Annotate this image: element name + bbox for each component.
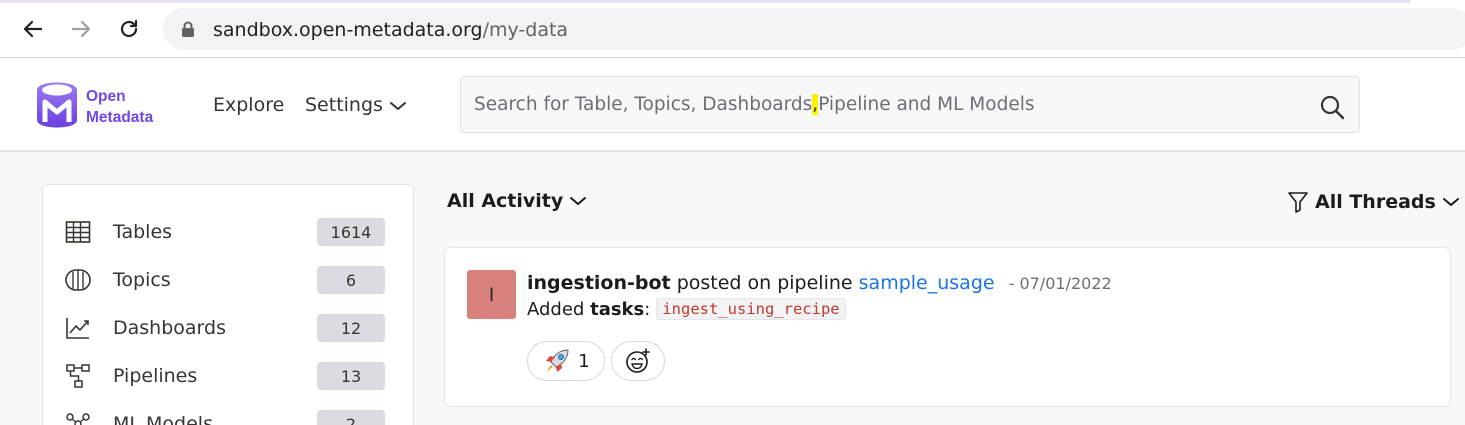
search-placeholder-part2: Pipeline and ML Models — [818, 94, 1035, 115]
feed-message-prefix: Added — [527, 298, 585, 320]
feed-entity-link[interactable]: sample_usage — [859, 272, 995, 294]
logo-line-metadata: Metadata — [86, 109, 154, 126]
reload-icon — [120, 19, 138, 38]
feed-timestamp: - 07/01/2022 — [1008, 274, 1112, 293]
sidebar-item-label: ML Models — [113, 413, 213, 425]
reaction-rocket-button[interactable]: 1 — [527, 341, 605, 381]
count-badge: 6 — [317, 266, 385, 294]
url-path: /my-data — [482, 19, 569, 41]
browser-chrome: sandbox.open-metadata.org/my-data — [0, 0, 1465, 58]
sidebar-item-label: Dashboards — [113, 317, 226, 339]
sidebar-item-ml-models[interactable]: ML Models 2 — [63, 407, 393, 425]
sidebar-item-label: Tables — [113, 221, 173, 243]
nav-settings[interactable]: Settings — [305, 94, 407, 116]
sidebar-item-pipelines[interactable]: Pipelines 13 — [63, 359, 393, 393]
chevron-down-icon — [570, 197, 587, 205]
lock-icon — [182, 21, 194, 37]
logo-mark-icon — [37, 82, 77, 128]
topic-icon — [63, 267, 93, 293]
sidebar-item-dashboards[interactable]: Dashboards 12 — [63, 311, 393, 345]
search-placeholder-part1: Search for Table, Topics, Dashboards — [474, 94, 813, 115]
search-icon[interactable] — [1319, 94, 1345, 120]
feed-message-bold: tasks — [590, 298, 645, 320]
nav-settings-label: Settings — [305, 94, 383, 116]
global-search-input[interactable]: Search for Table, Topics, Dashboards,Pip… — [460, 76, 1360, 133]
thread-filter-dropdown[interactable]: All Threads — [1287, 190, 1460, 214]
reaction-count: 1 — [578, 350, 590, 372]
count-badge: 12 — [317, 314, 385, 342]
dashboard-icon — [63, 315, 93, 341]
sidebar-item-topics[interactable]: Topics 6 — [63, 263, 393, 297]
count-badge: 1614 — [317, 218, 385, 246]
sidebar-item-label: Pipelines — [113, 365, 198, 387]
add-reaction-icon — [626, 348, 650, 373]
openmetadata-logo[interactable]: Open Metadata — [34, 78, 174, 134]
feed-action-text: posted on pipeline — [676, 272, 853, 294]
entity-summary-panel: Tables 1614 Topics 6 Dashboards 12 Pipel… — [42, 184, 414, 425]
url-text: sandbox.open-metadata.org/my-data — [213, 19, 568, 41]
activity-feed-card: I ingestion-bot posted on pipeline sampl… — [444, 247, 1451, 407]
forward-button[interactable] — [66, 14, 96, 44]
arrow-left-icon — [23, 20, 43, 38]
activity-filter-label: All Activity — [447, 190, 564, 212]
arrow-right-icon — [71, 20, 91, 38]
add-reaction-button[interactable] — [611, 341, 665, 381]
pipeline-icon — [63, 363, 93, 389]
sidebar-item-label: Topics — [113, 269, 171, 291]
count-badge: 13 — [317, 362, 385, 390]
feed-header: ingestion-bot posted on pipeline sample_… — [527, 272, 1112, 294]
activity-filter-dropdown[interactable]: All Activity — [447, 190, 587, 212]
chevron-down-icon — [1442, 198, 1459, 206]
feed-message-code: ingest_using_recipe — [656, 298, 846, 320]
app-header: Open Metadata Explore Settings Search fo… — [0, 58, 1465, 152]
table-icon — [63, 219, 93, 245]
filter-icon — [1288, 192, 1308, 213]
chevron-down-icon — [389, 102, 406, 110]
sidebar-item-tables[interactable]: Tables 1614 — [63, 215, 393, 249]
feed-user-link[interactable]: ingestion-bot — [527, 272, 671, 294]
back-button[interactable] — [18, 14, 48, 44]
feed-message-colon: : — [644, 298, 651, 320]
search-placeholder: Search for Table, Topics, Dashboards,Pip… — [474, 94, 1035, 115]
rocket-icon — [546, 349, 569, 372]
avatar[interactable]: I — [467, 270, 516, 319]
ml-model-icon — [63, 411, 93, 425]
logo-text: Open Metadata — [86, 86, 153, 128]
tab-strip-edge — [0, 0, 1410, 3]
address-bar[interactable]: sandbox.open-metadata.org/my-data — [163, 8, 1465, 50]
feed-message: Added tasks: ingest_using_recipe — [527, 298, 846, 320]
url-host: sandbox.open-metadata.org — [213, 19, 483, 41]
reload-button[interactable] — [114, 14, 144, 44]
nav-explore-label: Explore — [213, 94, 285, 116]
count-badge: 2 — [317, 410, 385, 425]
logo-line-open: Open — [86, 88, 126, 105]
nav-explore[interactable]: Explore — [213, 94, 284, 116]
thread-filter-label: All Threads — [1315, 191, 1436, 213]
